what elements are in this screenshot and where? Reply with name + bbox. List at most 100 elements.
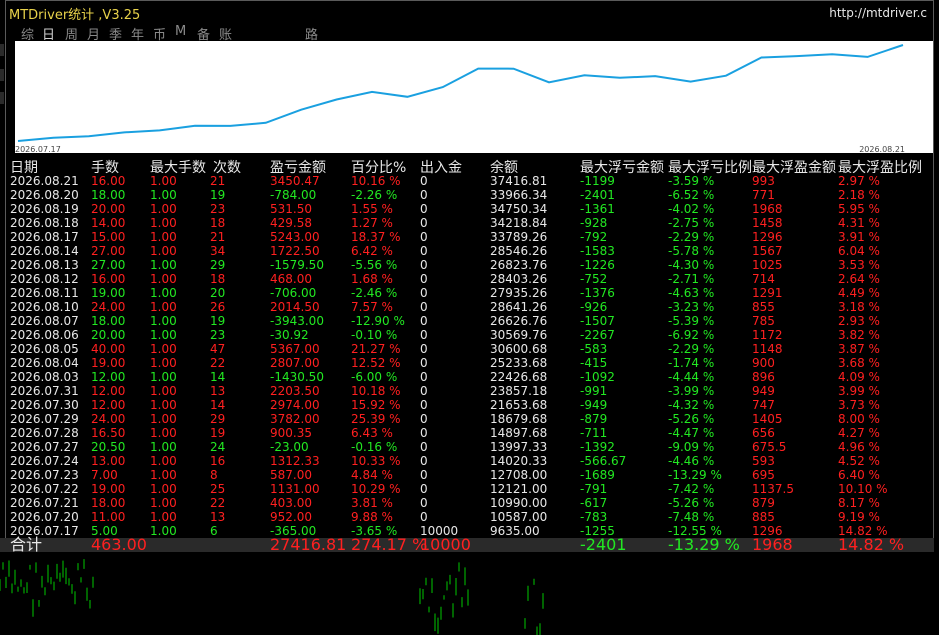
table-row: 2026.08.20 18.00 1.00 19 -784.00 -2.26 % 0 3396… [0, 188, 939, 202]
cell-max-float-loss: -583 [580, 342, 608, 356]
table-row: 2026.08.07 18.00 1.00 19 -3943.00 -12.90 % 0 26… [0, 314, 939, 328]
cell-max-lots: 1.00 [150, 398, 177, 412]
cell-lots: 18.00 [91, 496, 126, 510]
cell-max-float-loss-pct: -9.09 % [668, 440, 715, 454]
cell-max-lots: 1.00 [150, 524, 177, 538]
cell-max-float-profit: 1405 [752, 412, 783, 426]
cell-lots: 27.00 [91, 258, 126, 272]
cell-date: 2026.07.28 [10, 426, 79, 440]
cell-count: 20 [210, 286, 226, 300]
cell-percent: -0.10 % [351, 328, 398, 342]
cell-date: 2026.08.21 [10, 174, 79, 188]
cell-max-float-profit-pct: 3.73 % [838, 398, 880, 412]
cell-date: 2026.07.24 [10, 454, 79, 468]
cell-max-float-profit-pct: 6.40 % [838, 468, 880, 482]
cell-max-float-loss-pct: -4.30 % [668, 258, 715, 272]
cell-max-float-profit-pct: 4.96 % [838, 440, 880, 454]
cell-lots: 12.00 [91, 370, 126, 384]
cell-lots: 18.00 [91, 314, 126, 328]
tab-magic[interactable]: M [175, 24, 186, 39]
cell-max-lots: 1.00 [150, 440, 177, 454]
cell-deposit: 0 [420, 496, 428, 510]
cell-max-lots: 1.00 [150, 342, 177, 356]
cell-max-float-profit-pct: 8.00 % [838, 412, 880, 426]
cell-max-float-profit-pct: 8.17 % [838, 496, 880, 510]
cell-max-float-profit-pct: 4.52 % [838, 454, 880, 468]
cell-max-lots: 1.00 [150, 412, 177, 426]
cell-lots: 16.00 [91, 174, 126, 188]
cell-max-float-profit: 1025 [752, 258, 783, 272]
cell-max-float-loss: -752 [580, 272, 608, 286]
cell-profit: 2014.50 [270, 300, 320, 314]
table-row: 2026.08.12 16.00 1.00 18 468.00 1.68 % 0 28403.… [0, 272, 939, 286]
cell-profit: -23.00 [270, 440, 309, 454]
cell-percent: 1.68 % [351, 272, 393, 286]
cell-max-float-profit-pct: 2.18 % [838, 188, 880, 202]
cell-max-float-loss: -617 [580, 496, 608, 510]
cell-date: 2026.07.21 [10, 496, 79, 510]
cell-balance: 33789.26 [490, 230, 548, 244]
cell-balance: 34750.34 [490, 202, 548, 216]
cell-count: 6 [210, 524, 218, 538]
cell-date: 2026.07.22 [10, 482, 79, 496]
cell-deposit: 0 [420, 188, 428, 202]
cell-percent: 1.27 % [351, 216, 393, 230]
cell-count: 19 [210, 188, 226, 202]
cell-date: 2026.07.29 [10, 412, 79, 426]
cell-max-float-profit: 1148 [752, 342, 783, 356]
website-url[interactable]: http://mtdriver.c [829, 6, 927, 20]
cell-max-float-profit-pct: 3.82 % [838, 328, 880, 342]
cell-balance: 28403.26 [490, 272, 548, 286]
cell-max-float-loss: -1392 [580, 440, 615, 454]
cell-profit: -30.92 [270, 328, 309, 342]
table-row: 2026.08.05 40.00 1.00 47 5367.00 21.27 % 0 3060… [0, 342, 939, 356]
cell-max-float-profit-pct: 4.09 % [838, 370, 880, 384]
cell-max-float-profit: 879 [752, 496, 775, 510]
cell-max-float-loss: -1092 [580, 370, 615, 384]
cell-max-float-loss-pct: -7.48 % [668, 510, 715, 524]
cell-max-float-profit-pct: 3.91 % [838, 230, 880, 244]
cell-max-lots: 1.00 [150, 174, 177, 188]
cell-percent: 9.88 % [351, 510, 393, 524]
table-row: 2026.07.29 24.00 1.00 29 3782.00 25.39 % 0 1867… [0, 412, 939, 426]
cell-max-lots: 1.00 [150, 468, 177, 482]
cell-max-float-loss: -792 [580, 230, 608, 244]
table-row: 2026.07.23 7.00 1.00 8 587.00 4.84 % 0 12708.00… [0, 468, 939, 482]
cell-profit: 2203.50 [270, 384, 320, 398]
cell-deposit: 0 [420, 342, 428, 356]
cell-max-lots: 1.00 [150, 286, 177, 300]
cell-profit: 1722.50 [270, 244, 320, 258]
cell-date: 2026.08.19 [10, 202, 79, 216]
cell-max-float-loss: -949 [580, 398, 608, 412]
cell-max-float-loss-pct: -6.92 % [668, 328, 715, 342]
cell-lots: 16.50 [91, 426, 126, 440]
cell-percent: 10.18 % [351, 384, 401, 398]
cell-max-lots: 1.00 [150, 230, 177, 244]
cell-balance: 34218.84 [490, 216, 548, 230]
cell-count: 8 [210, 468, 218, 482]
cell-count: 19 [210, 426, 226, 440]
table-row: 2026.08.04 19.00 1.00 22 2807.00 12.52 % 0 2523… [0, 356, 939, 370]
cell-max-float-loss: -1583 [580, 244, 615, 258]
cell-max-lots: 1.00 [150, 496, 177, 510]
cell-balance: 14897.68 [490, 426, 548, 440]
cell-max-float-loss: -1199 [580, 174, 615, 188]
cell-count: 25 [210, 482, 226, 496]
cell-percent: 12.52 % [351, 356, 401, 370]
cell-percent: 10.33 % [351, 454, 401, 468]
cell-lots: 24.00 [91, 412, 126, 426]
cell-percent: 25.39 % [351, 412, 401, 426]
table-row: 2026.08.11 19.00 1.00 20 -706.00 -2.46 % 0 2793… [0, 286, 939, 300]
cell-lots: 12.00 [91, 384, 126, 398]
cell-deposit: 0 [420, 482, 428, 496]
cell-max-float-loss-pct: -4.46 % [668, 454, 715, 468]
total-lots: 463.00 [91, 535, 147, 554]
cell-max-float-loss-pct: -1.74 % [668, 356, 715, 370]
cell-count: 16 [210, 454, 226, 468]
cell-balance: 27935.26 [490, 286, 548, 300]
cell-max-float-loss: -783 [580, 510, 608, 524]
cell-balance: 22426.68 [490, 370, 548, 384]
cell-max-float-loss-pct: -3.23 % [668, 300, 715, 314]
cell-max-lots: 1.00 [150, 258, 177, 272]
cell-percent: -5.56 % [351, 258, 398, 272]
